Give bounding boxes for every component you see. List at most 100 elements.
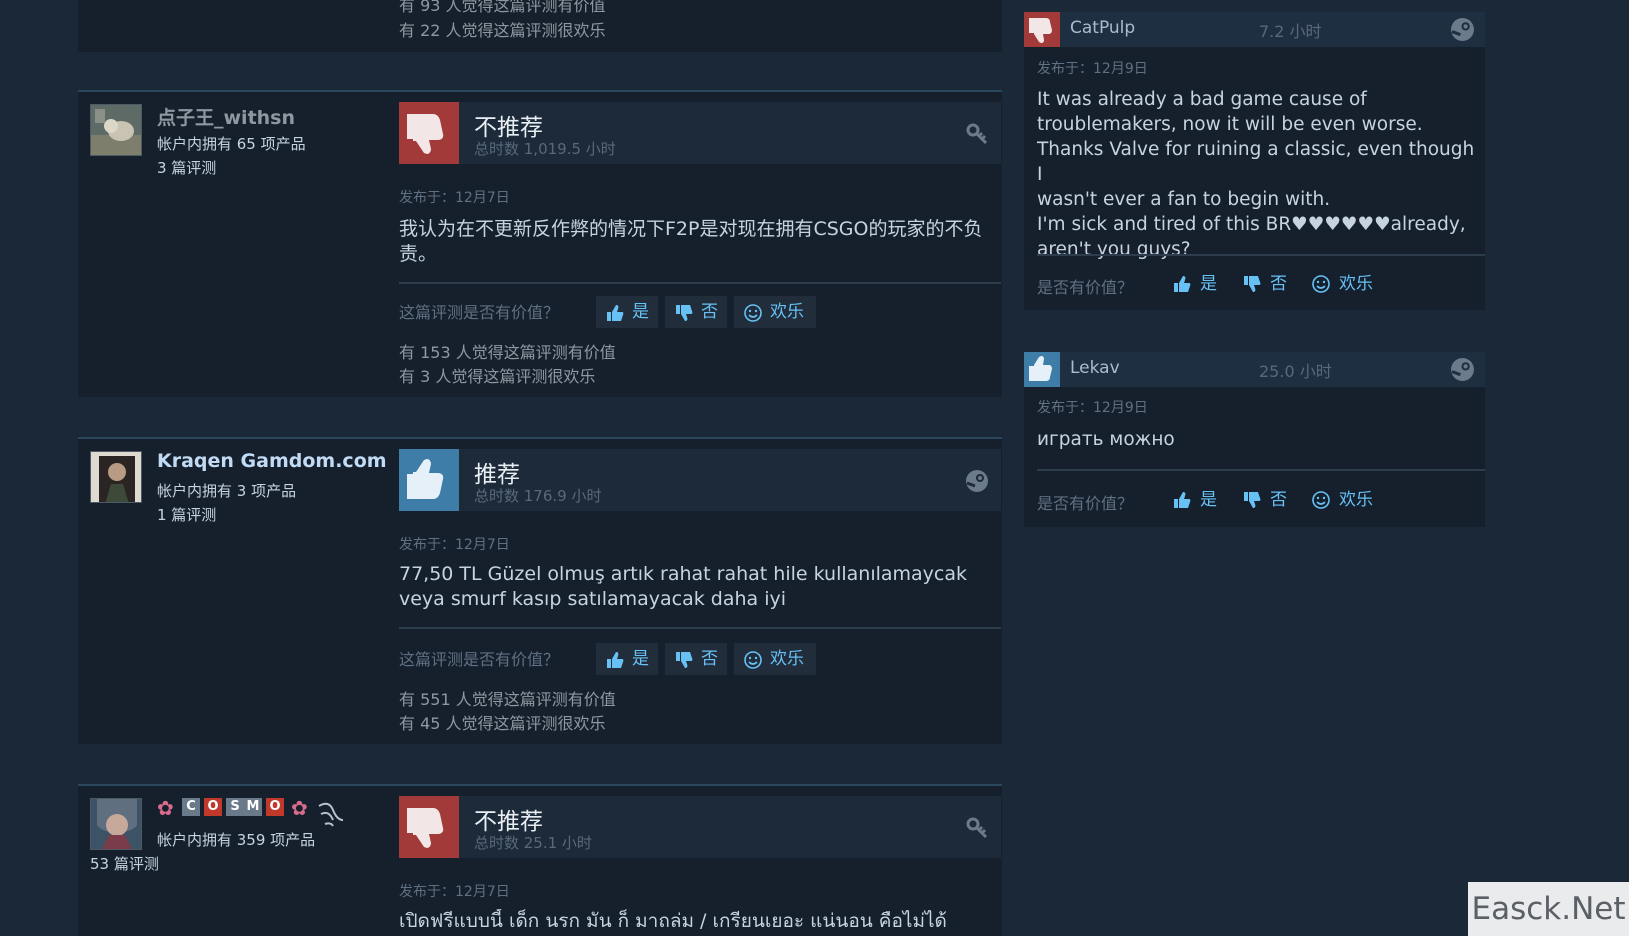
- avatar[interactable]: [90, 451, 142, 503]
- author-letter: S: [226, 798, 244, 816]
- review-count[interactable]: 53 篇评测: [90, 853, 159, 874]
- card-top-border: [78, 90, 1002, 92]
- vote-header[interactable]: 推荐 总时数 176.9 小时: [399, 449, 1001, 511]
- author-name[interactable]: CatPulp: [1070, 18, 1135, 38]
- verdict: 不推荐: [474, 115, 543, 141]
- vote-no-button[interactable]: 否: [665, 296, 727, 328]
- author-name[interactable]: Kraqen Gamdom.com: [157, 450, 387, 472]
- review-card: ✿ C O S M O ✿ 帐户内拥有 359 项产品 53 篇评测 不推荐 总…: [78, 784, 1002, 936]
- helpful-question: 这篇评测是否有价值？: [399, 303, 560, 322]
- thumbs-down-icon: [1244, 276, 1261, 292]
- author-letter: M: [244, 798, 262, 816]
- posted-date: 发布于：12月7日: [399, 884, 510, 900]
- thumbs-down-icon: [1024, 12, 1060, 47]
- vote-funny-button[interactable]: 欢乐: [734, 296, 816, 328]
- avatar[interactable]: [90, 104, 142, 156]
- helpful-count: 有 153 人觉得这篇评测有价值: [399, 343, 616, 362]
- vote-no-label: 否: [701, 649, 718, 669]
- vote-yes-button[interactable]: 是: [1172, 486, 1222, 514]
- verdict: 不推荐: [474, 809, 543, 835]
- vote-no-label: 否: [1270, 490, 1287, 510]
- verdict: 推荐: [474, 462, 520, 488]
- review-text: 77,50 TL Güzel olmuş artık rahat rahat h…: [399, 563, 968, 610]
- posted-date: 发布于：12月9日: [1037, 400, 1148, 416]
- vote-no-button[interactable]: 否: [1242, 486, 1292, 514]
- watermark: Easck.Net: [1468, 882, 1629, 936]
- vote-no-label: 否: [1270, 274, 1287, 294]
- helpful-question: 是否有价值？: [1037, 278, 1134, 297]
- smiley-icon: [1312, 275, 1330, 293]
- flower-icon: ✿: [291, 796, 308, 820]
- hours-played: 7.2 小时: [1259, 22, 1322, 41]
- smiley-icon: [1312, 491, 1330, 509]
- posted-date: 发布于：12月9日: [1037, 61, 1148, 77]
- vote-funny-label: 欢乐: [1339, 274, 1373, 294]
- hours-played: 总时数 1,019.5 小时: [474, 140, 616, 158]
- author-name[interactable]: Lekav: [1070, 358, 1120, 378]
- review-card: Kraqen Gamdom.com 帐户内拥有 3 项产品 1 篇评测 推荐 总…: [78, 437, 1002, 744]
- funny-count: 有 3 人觉得这篇评测很欢乐: [399, 367, 596, 386]
- vote-yes-label: 是: [632, 649, 649, 669]
- divider: [1037, 469, 1485, 471]
- thumbs-down-icon: [676, 305, 693, 321]
- steam-icon: [965, 469, 989, 493]
- flower-icon: ✿: [157, 796, 174, 820]
- vote-yes-button[interactable]: 是: [1172, 270, 1222, 298]
- divider: [1037, 254, 1485, 256]
- thumbs-up-icon: [1174, 492, 1191, 508]
- swirl-icon: [318, 802, 344, 827]
- thumbs-up-icon: [1024, 352, 1060, 387]
- avatar[interactable]: [90, 798, 142, 850]
- review-text: It was already a bad game cause of troub…: [1037, 87, 1477, 262]
- posted-date: 发布于：12月7日: [399, 190, 510, 206]
- author-name[interactable]: 点子王_withsn: [157, 103, 295, 130]
- review-text-line: Thanks Valve for ruining a classic, even…: [1037, 139, 1475, 185]
- vote-no-button[interactable]: 否: [665, 643, 727, 675]
- vote-funny-button[interactable]: 欢乐: [1311, 486, 1381, 514]
- helpful-count: 有 551 人觉得这篇评测有价值: [399, 690, 616, 709]
- vote-header[interactable]: 不推荐 总时数 25.1 小时: [399, 796, 1001, 858]
- thumbs-up-icon: [1174, 276, 1191, 292]
- side-review-header[interactable]: Lekav 25.0 小时: [1024, 352, 1485, 387]
- vote-header[interactable]: 不推荐 总时数 1,019.5 小时: [399, 102, 1001, 164]
- key-icon: [965, 816, 989, 840]
- helpful-question: 这篇评测是否有价值？: [399, 650, 560, 669]
- products-owned[interactable]: 帐户内拥有 359 项产品: [157, 829, 315, 850]
- review-card-fragment: 有 93 人觉得这篇评测有价值 有 22 人觉得这篇评测很欢乐: [78, 0, 1002, 52]
- side-review-header[interactable]: CatPulp 7.2 小时: [1024, 12, 1485, 47]
- funny-count: 有 22 人觉得这篇评测很欢乐: [399, 21, 606, 40]
- vote-yes-button[interactable]: 是: [596, 296, 658, 328]
- card-top-border: [78, 437, 1002, 439]
- vote-funny-button[interactable]: 欢乐: [1311, 270, 1381, 298]
- smiley-icon: [744, 304, 762, 322]
- author-letter: C: [182, 798, 200, 816]
- vote-no-button[interactable]: 否: [1242, 270, 1292, 298]
- author-letter: O: [204, 798, 222, 816]
- hours-played: 总时数 25.1 小时: [474, 834, 592, 852]
- vote-funny-label: 欢乐: [770, 302, 804, 322]
- thumbs-down-icon: [676, 652, 693, 668]
- thumbs-down-icon: [399, 102, 459, 164]
- vote-funny-label: 欢乐: [770, 649, 804, 669]
- thumbs-up-icon: [399, 449, 459, 511]
- review-text-line: wasn't ever a fan to begin with.: [1037, 189, 1331, 210]
- products-owned[interactable]: 帐户内拥有 3 项产品: [157, 480, 296, 501]
- steam-icon: [1450, 17, 1475, 42]
- vote-yes-label: 是: [1200, 490, 1217, 510]
- review-text-line: troublemakers, now it will be even worse…: [1037, 114, 1423, 135]
- card-top-border: [78, 784, 1002, 786]
- hours-played: 总时数 176.9 小时: [474, 487, 602, 505]
- helpful-count: 有 93 人觉得这篇评测有价值: [399, 0, 606, 15]
- vote-funny-button[interactable]: 欢乐: [734, 643, 816, 675]
- review-card: 点子王_withsn 帐户内拥有 65 项产品 3 篇评测 不推荐 总时数 1,…: [78, 90, 1002, 397]
- key-icon: [965, 122, 989, 146]
- review-count[interactable]: 1 篇评测: [157, 504, 216, 525]
- products-owned[interactable]: 帐户内拥有 65 项产品: [157, 133, 306, 154]
- review-text-line: I'm sick and tired of this BR♥♥♥♥♥♥alrea…: [1037, 214, 1466, 235]
- review-text: 我认为在不更新反作弊的情况下F2P是对现在拥有CSGO的玩家的不负责。: [399, 218, 983, 265]
- author-letter: O: [266, 798, 284, 816]
- thumbs-up-icon: [607, 652, 624, 668]
- review-count[interactable]: 3 篇评测: [157, 157, 216, 178]
- helpful-question: 是否有价值？: [1037, 494, 1134, 513]
- vote-yes-button[interactable]: 是: [596, 643, 658, 675]
